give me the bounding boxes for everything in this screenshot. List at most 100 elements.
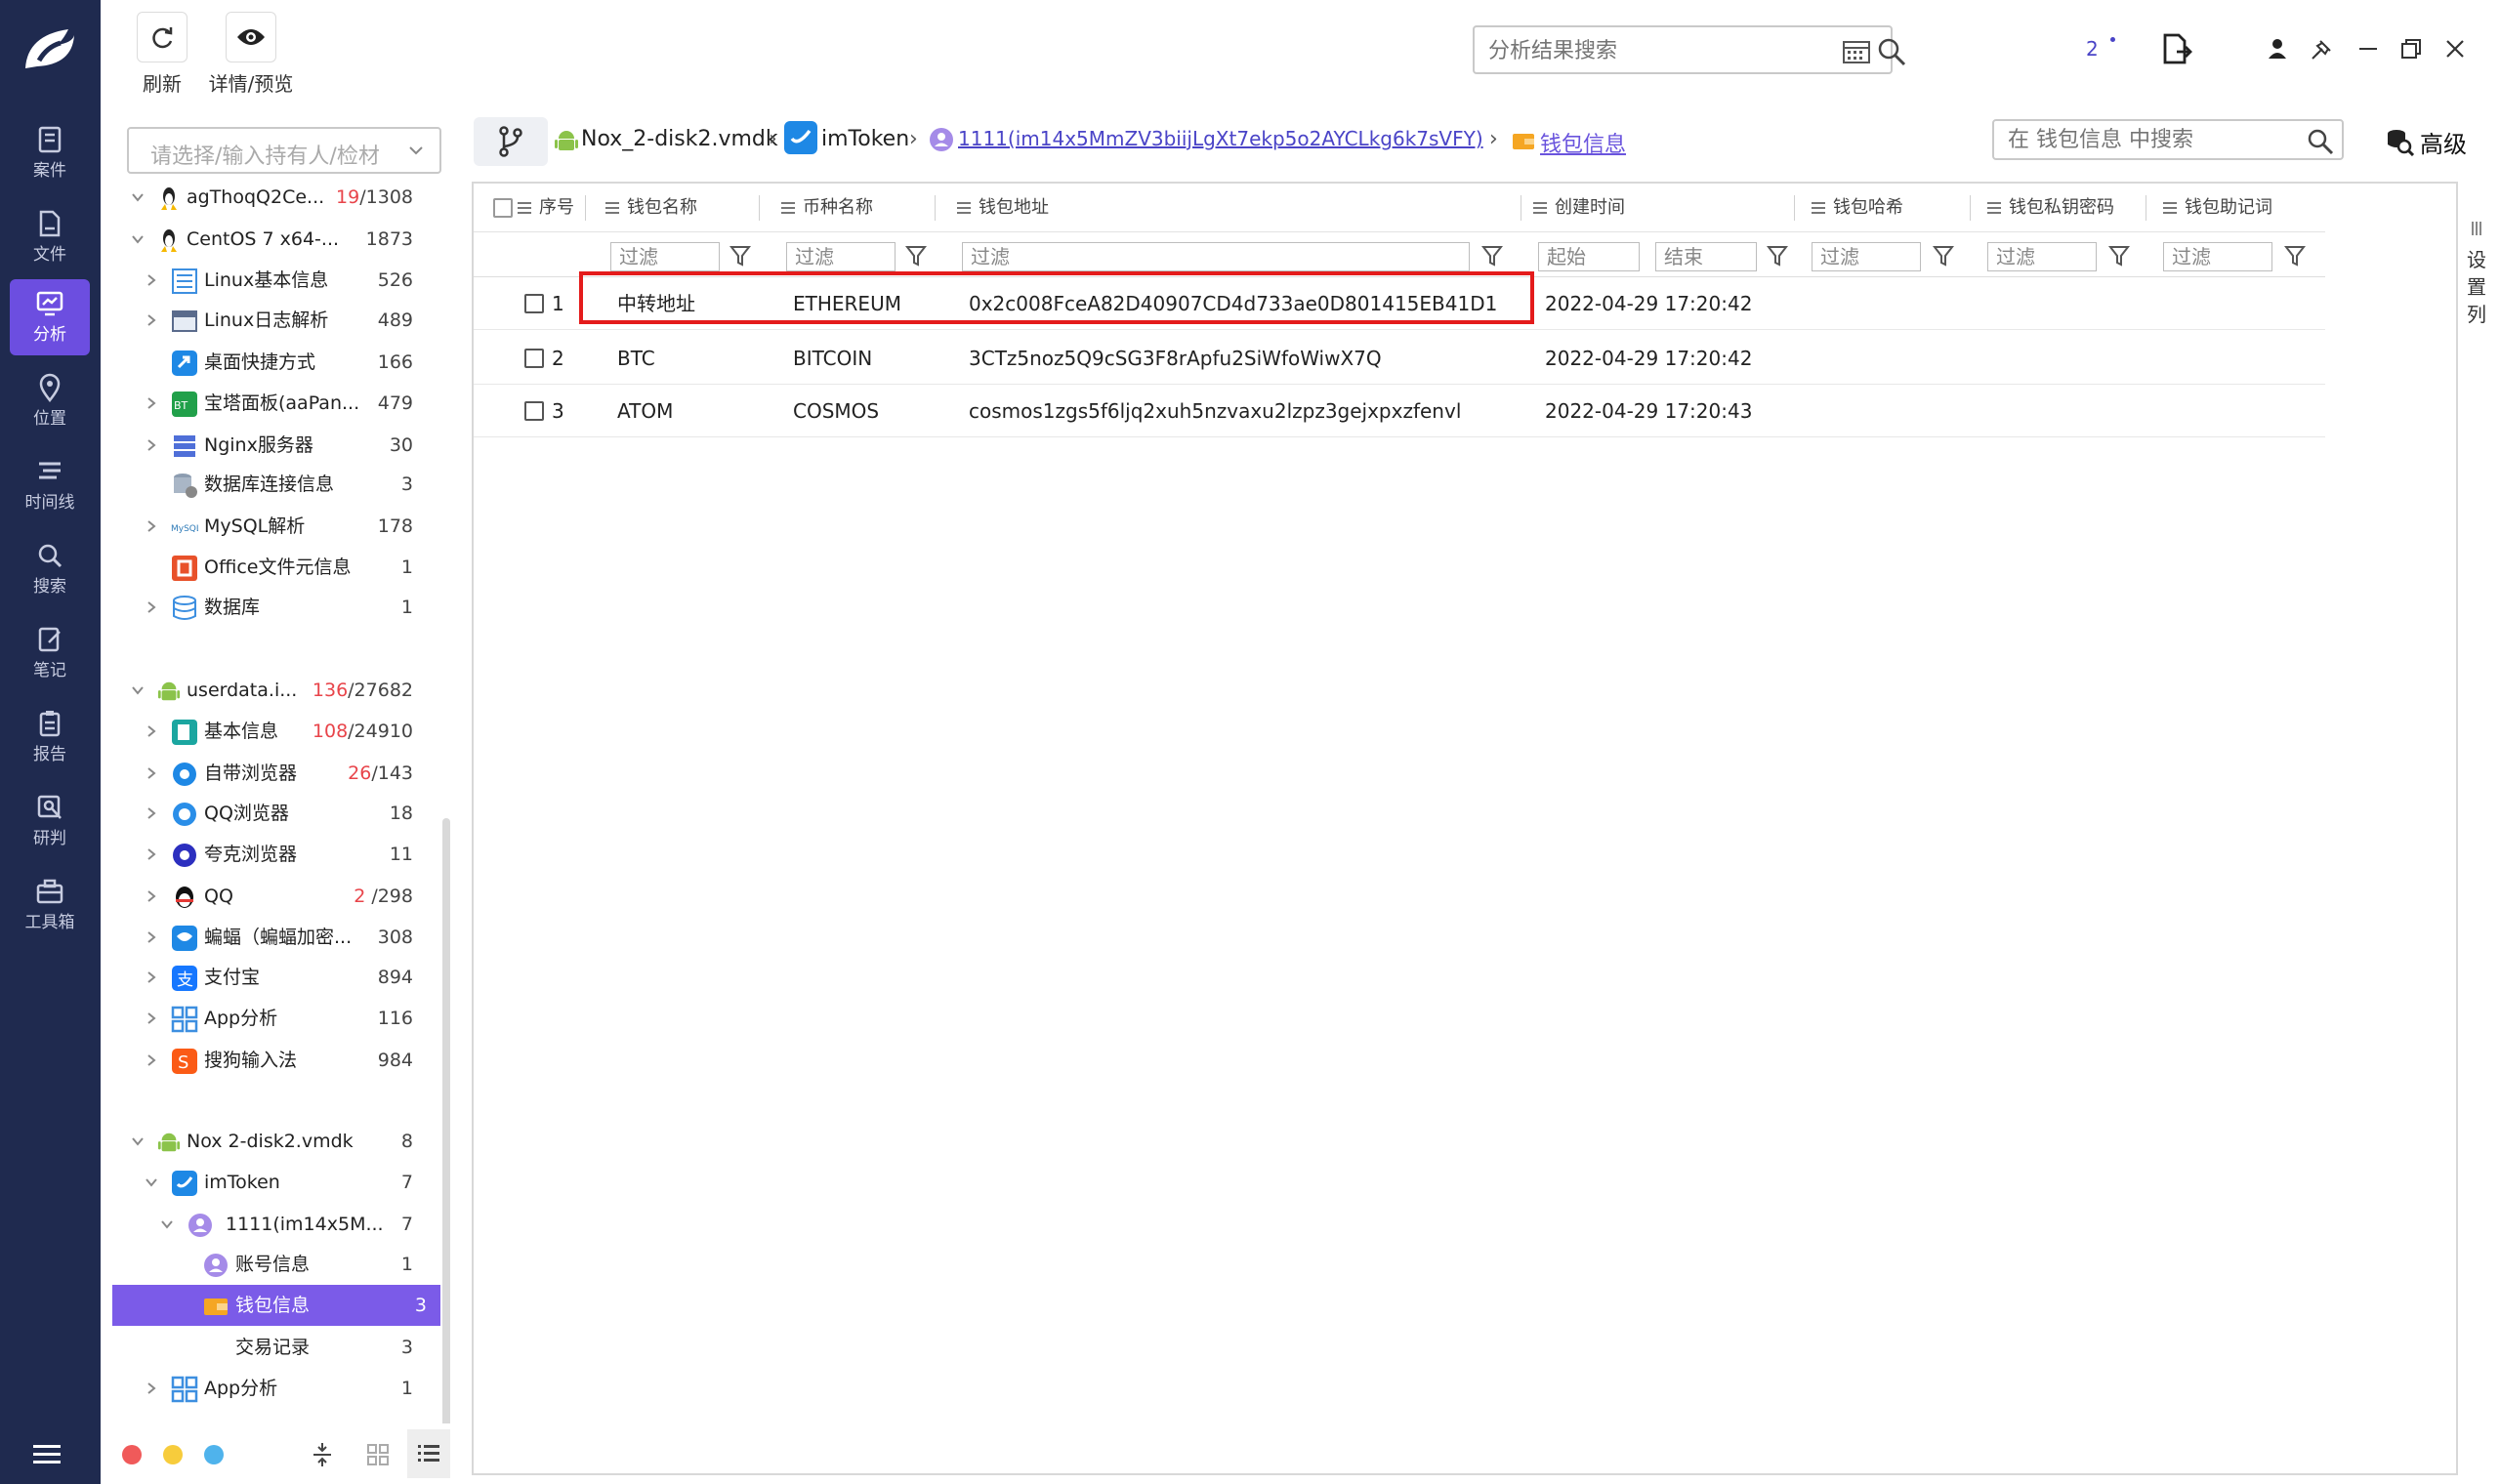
tree-item[interactable]: 交易记录 3 — [101, 1327, 438, 1368]
tree-item[interactable]: QQ 2 /298 — [101, 876, 438, 917]
list-view-button[interactable] — [407, 1429, 450, 1478]
tree-item[interactable]: agThoqQ2Ce... 19/1308 — [101, 177, 438, 218]
filter-input-mnemonic[interactable]: 过滤 — [2163, 242, 2272, 271]
nav-search[interactable]: 搜索 — [10, 531, 90, 607]
chevron-right-icon[interactable] — [144, 765, 159, 781]
filter-input-coin[interactable]: 过滤 — [786, 242, 896, 271]
nav-file[interactable]: 文件 — [10, 199, 90, 275]
tree-item[interactable]: Nox 2-disk2.vmdk 8 — [101, 1121, 438, 1162]
chevron-right-icon[interactable] — [144, 1052, 159, 1068]
nav-case[interactable]: 案件 — [10, 115, 90, 191]
export-icon[interactable] — [2159, 32, 2192, 65]
tree-item[interactable]: 支支付宝 894 — [101, 957, 438, 998]
chevron-right-icon[interactable] — [144, 1381, 159, 1396]
tree-item[interactable]: 蝙蝠（蝙蝠加密... 308 — [101, 917, 438, 958]
column-settings-tab[interactable]: 设置列 — [2459, 215, 2494, 328]
tree-item[interactable]: imToken 7 — [101, 1162, 438, 1203]
chevron-down-icon[interactable] — [144, 1175, 159, 1190]
tree-item[interactable]: 桌面快捷方式 166 — [101, 342, 438, 383]
tree-item[interactable]: 数据库连接信息 3 — [101, 464, 438, 505]
column-header-hash[interactable]: 钱包哈希 — [1812, 184, 1903, 232]
nav-judge[interactable]: 研判 — [10, 783, 90, 859]
chevron-right-icon[interactable] — [144, 723, 159, 739]
chevron-right-icon[interactable] — [144, 395, 159, 411]
row-checkbox[interactable] — [524, 294, 544, 313]
chevron-right-icon[interactable] — [144, 929, 159, 945]
nav-note[interactable]: 笔记 — [10, 615, 90, 691]
calendar-icon[interactable] — [1842, 39, 1871, 64]
tree-item[interactable]: QQ浏览器 18 — [101, 793, 438, 834]
analysis-search-input[interactable] — [1488, 36, 1801, 65]
tree-item[interactable]: App分析 1 — [101, 1368, 438, 1409]
tree-item[interactable]: CentOS 7 x64-... 1873 — [101, 219, 438, 260]
column-header-mnemonic[interactable]: 钱包助记词 — [2163, 184, 2272, 232]
tree-item[interactable]: App分析 116 — [101, 998, 438, 1039]
tree-item[interactable]: MySQL MySQL解析 178 — [101, 506, 438, 547]
tree-item[interactable]: Linux基本信息 526 — [101, 260, 438, 301]
chevron-right-icon[interactable] — [144, 599, 159, 615]
chevron-right-icon[interactable] — [144, 888, 159, 904]
tree-scrollbar[interactable] — [442, 818, 450, 1472]
filter-funnel-icon[interactable] — [1767, 244, 1788, 268]
column-header-private-key[interactable]: 钱包私钥密码 — [1987, 184, 2114, 232]
hamburger-menu-icon[interactable] — [31, 1443, 70, 1466]
chevron-right-icon[interactable] — [144, 969, 159, 985]
refresh-button[interactable]: 刷新 — [128, 12, 196, 100]
nav-report[interactable]: 报告 — [10, 699, 90, 775]
holder-select[interactable]: 请选择/输入持有人/检材 — [127, 127, 441, 174]
notification-count[interactable]: 2 — [2086, 37, 2099, 61]
tree-item[interactable]: userdata.i... 136/27682 — [101, 670, 438, 711]
select-all-checkbox[interactable] — [493, 198, 513, 218]
tree-item[interactable]: Linux日志解析 489 — [101, 300, 438, 341]
row-checkbox[interactable] — [524, 401, 544, 421]
restore-icon[interactable] — [2397, 35, 2425, 62]
branch-button[interactable] — [474, 117, 548, 166]
breadcrumb-app[interactable]: imToken — [821, 127, 909, 151]
table-row[interactable]: 3 ATOM COSMOS cosmos1zgs5f6ljq2xuh5nzvaxu2l… — [474, 385, 2325, 437]
filter-funnel-icon[interactable] — [2108, 244, 2130, 268]
chevron-down-icon[interactable] — [130, 231, 146, 247]
tree-item[interactable]: BT 宝塔面板(aaPan... 479 — [101, 383, 438, 424]
tree-item[interactable]: 基本信息 108/24910 — [101, 711, 438, 752]
search-icon[interactable] — [2307, 128, 2334, 155]
filter-input-hash[interactable]: 过滤 — [1812, 242, 1921, 271]
chevron-right-icon[interactable] — [144, 312, 159, 328]
user-icon[interactable] — [2264, 35, 2291, 62]
chevron-down-icon[interactable] — [130, 682, 146, 698]
tree-item[interactable]: 自带浏览器 26/143 — [101, 753, 438, 794]
filter-funnel-icon[interactable] — [729, 244, 751, 268]
tree-item[interactable]: 数据库 1 — [101, 587, 438, 628]
breadcrumb-current[interactable]: 钱包信息 — [1540, 127, 1626, 158]
column-header-no[interactable]: 序号 — [518, 184, 574, 232]
chevron-down-icon[interactable] — [159, 1216, 175, 1232]
chevron-down-icon[interactable] — [130, 1134, 146, 1149]
chevron-right-icon[interactable] — [144, 518, 159, 534]
minimize-icon[interactable] — [2354, 35, 2382, 62]
wallet-search-input[interactable] — [2008, 126, 2291, 153]
nav-analysis[interactable]: 分析 — [10, 279, 90, 355]
filter-input-end[interactable]: 结束 — [1655, 242, 1757, 271]
tree-item[interactable]: 1111(im14x5M... 7 — [101, 1204, 438, 1245]
tree-item[interactable]: 夸克浏览器 11 — [101, 834, 438, 875]
grid-view-icon[interactable] — [366, 1443, 390, 1466]
column-header-created[interactable]: 创建时间 — [1533, 184, 1625, 232]
column-header-wallet-name[interactable]: 钱包名称 — [605, 184, 697, 232]
breadcrumb-account[interactable]: 1111(im14x5MmZV3biijLgXt7ekp5o2AYCLkg6k7… — [958, 127, 1483, 150]
chevron-down-icon[interactable] — [130, 189, 146, 205]
filter-funnel-icon[interactable] — [905, 244, 927, 268]
chevron-right-icon[interactable] — [144, 272, 159, 288]
filter-input-private-key[interactable]: 过滤 — [1987, 242, 2097, 271]
search-icon[interactable] — [1877, 37, 1906, 66]
nav-timeline[interactable]: 时间线 — [10, 447, 90, 523]
column-header-address[interactable]: 钱包地址 — [957, 184, 1049, 232]
preview-button[interactable]: 详情/预览 — [202, 12, 300, 100]
filter-funnel-icon[interactable] — [2284, 244, 2306, 268]
tree-item[interactable]: 账号信息 1 — [101, 1244, 438, 1285]
filter-funnel-icon[interactable] — [1933, 244, 1954, 268]
filter-funnel-icon[interactable] — [1481, 244, 1503, 268]
collapse-icon[interactable] — [312, 1441, 333, 1468]
tree-item[interactable]: Office文件元信息 1 — [101, 547, 438, 588]
tree-item[interactable]: S 搜狗输入法 984 — [101, 1040, 438, 1081]
chevron-right-icon[interactable] — [144, 1010, 159, 1026]
nav-toolbox[interactable]: 工具箱 — [10, 867, 90, 943]
